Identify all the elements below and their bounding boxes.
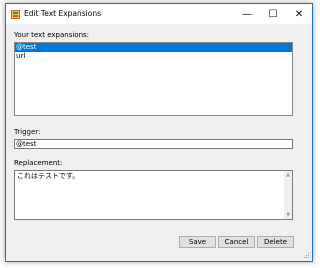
- app-icon: [11, 10, 20, 19]
- close-button[interactable]: ✕: [286, 4, 312, 24]
- list-item[interactable]: @test: [15, 43, 292, 52]
- delete-button[interactable]: Delete: [257, 236, 294, 248]
- trigger-input[interactable]: @test: [14, 139, 293, 149]
- expansions-label: Your text expansions:: [14, 31, 90, 39]
- resize-grip-icon[interactable]: [302, 251, 310, 259]
- expansions-listbox[interactable]: @test url: [14, 42, 293, 116]
- maximize-icon: ☐: [268, 8, 278, 20]
- maximize-button[interactable]: ☐: [260, 4, 286, 24]
- scroll-down-icon[interactable]: ▼: [284, 211, 292, 219]
- scroll-up-icon[interactable]: ▲: [284, 171, 292, 179]
- minimize-button[interactable]: —: [234, 4, 260, 24]
- cancel-button[interactable]: Cancel: [218, 236, 255, 248]
- replacement-scrollbar[interactable]: ▲ ▼: [284, 171, 292, 219]
- save-button[interactable]: Save: [179, 236, 216, 248]
- trigger-label: Trigger:: [14, 128, 41, 136]
- window-title: Edit Text Expansions: [24, 9, 101, 18]
- replacement-textarea[interactable]: これはテストです。 ▲ ▼: [14, 170, 293, 220]
- replacement-text: これはテストです。: [17, 172, 80, 180]
- edit-text-expansions-window: Edit Text Expansions — ☐ ✕ Your text exp…: [5, 3, 313, 262]
- title-bar[interactable]: Edit Text Expansions — ☐ ✕: [6, 4, 312, 24]
- close-icon: ✕: [294, 8, 304, 20]
- minimize-icon: —: [242, 8, 252, 20]
- list-item[interactable]: url: [15, 52, 292, 61]
- replacement-label: Replacement:: [14, 159, 63, 167]
